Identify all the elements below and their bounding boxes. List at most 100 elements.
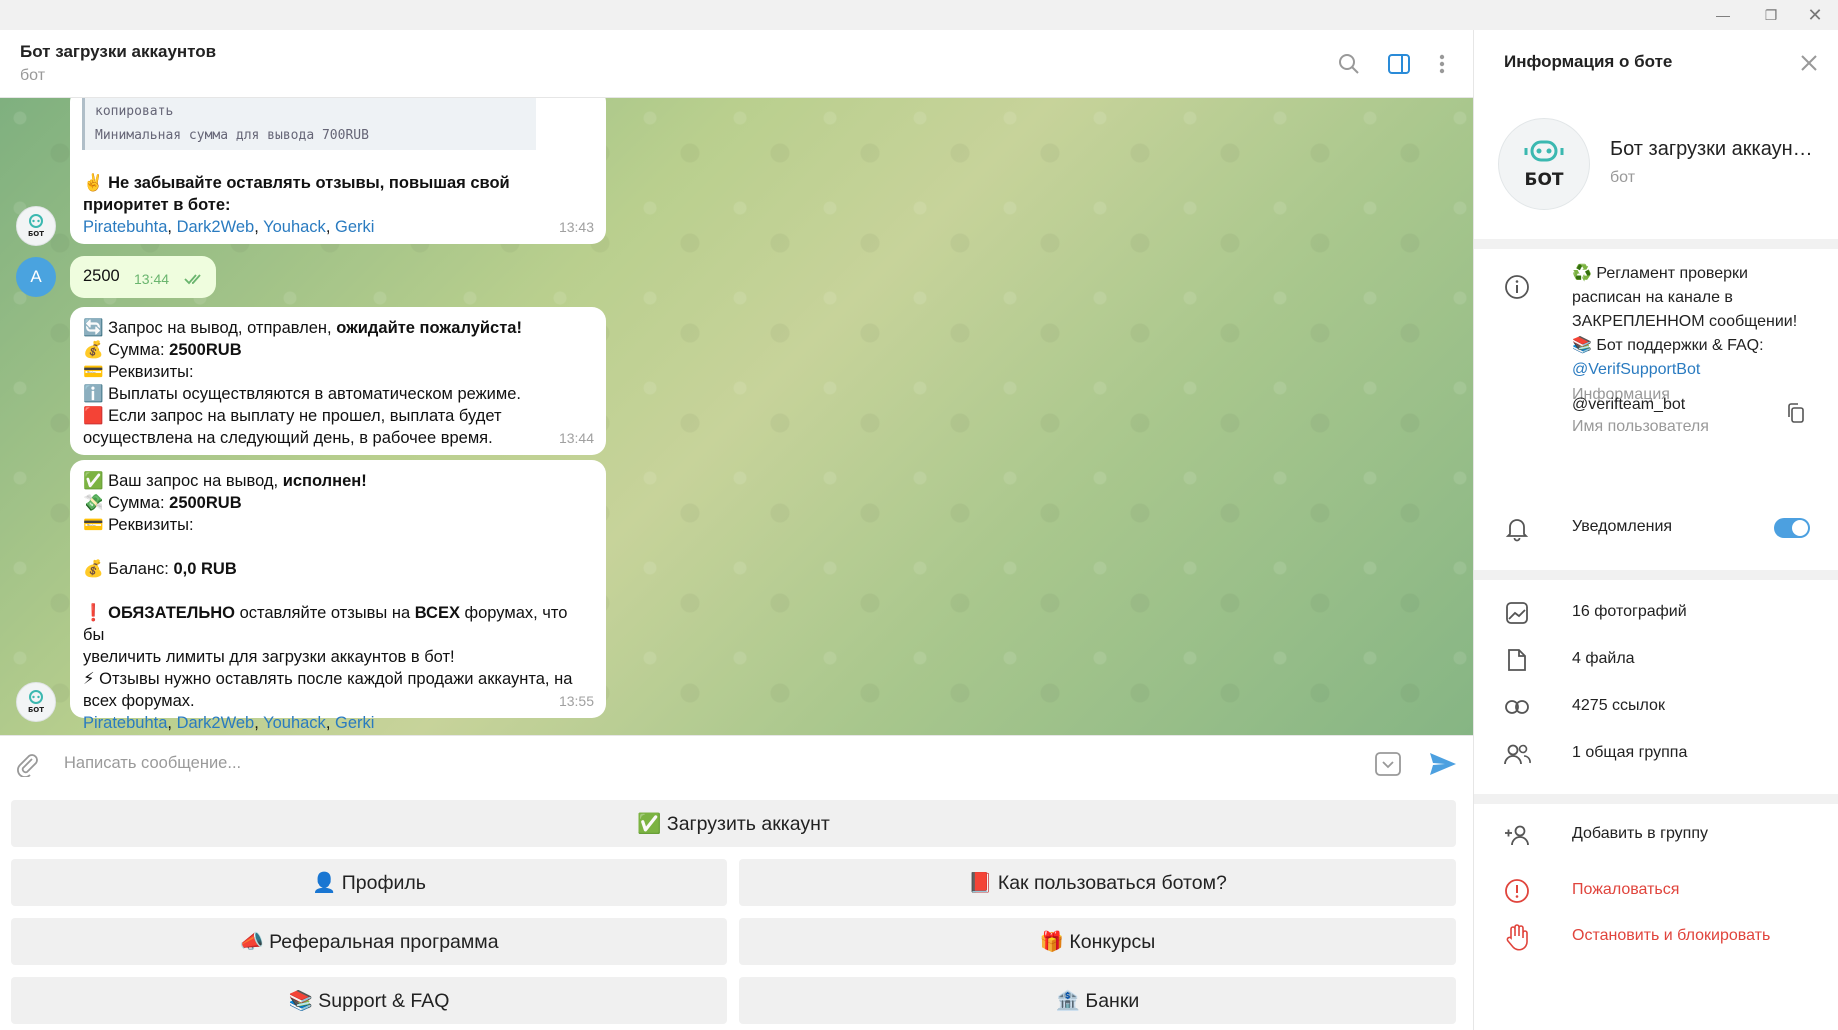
report-icon — [1502, 876, 1532, 906]
more-menu-icon[interactable] — [1428, 50, 1456, 78]
message-user[interactable]: 2500 13:44 — [70, 256, 216, 298]
message-time: 13:44 — [134, 271, 170, 287]
profile-button[interactable]: 👤 Профиль — [11, 859, 727, 906]
message-text: ✅ Ваш запрос на вывод, исполнен! — [83, 472, 367, 490]
howto-button[interactable]: 📕 Как пользоваться ботом? — [739, 859, 1456, 906]
message-input[interactable]: Написать сообщение... — [64, 754, 241, 773]
message-text: осуществлена на следующий день, в рабоче… — [83, 429, 493, 447]
message-text: ℹ️ Выплаты осуществляются в автоматическ… — [83, 385, 521, 403]
notifications-label: Уведомления — [1572, 518, 1673, 535]
stop-hand-icon — [1502, 922, 1532, 952]
links-item[interactable]: 4275 ссылок — [1572, 697, 1665, 715]
contests-button[interactable]: 🎁 Конкурсы — [739, 918, 1456, 965]
separator — [1474, 794, 1838, 804]
bot-name: Бот загрузки аккаунтов — [1610, 138, 1820, 160]
message-text: 🟥 Если запрос на выплату не прошел, выпл… — [83, 407, 502, 425]
sidebar-toggle-icon[interactable] — [1385, 50, 1413, 78]
link-icon — [1502, 692, 1532, 722]
separator — [1474, 570, 1838, 580]
bot-role: бот — [1610, 169, 1636, 186]
message-text: 💳 Реквизиты: — [83, 363, 194, 381]
files-item[interactable]: 4 файла — [1572, 650, 1635, 668]
copy-icon[interactable] — [1786, 402, 1806, 429]
link-youhack[interactable]: Youhack — [263, 218, 326, 236]
chat-subtitle: бот — [20, 67, 46, 84]
chat-messages-area[interactable]: копировать Минимальная сумма для вывода … — [0, 98, 1473, 735]
notifications-toggle[interactable] — [1774, 518, 1810, 538]
bell-icon — [1502, 514, 1532, 544]
code-line: копировать — [95, 104, 174, 119]
message-bot[interactable]: копировать Минимальная сумма для вывода … — [70, 98, 606, 244]
link-dark2web[interactable]: Dark2Web — [177, 714, 255, 732]
link-gerki[interactable]: Gerki — [335, 218, 374, 236]
link-dark2web[interactable]: Dark2Web — [177, 218, 255, 236]
code-line: Минимальная сумма для вывода 700RUB — [95, 128, 369, 143]
message-text: 💰 Баланс: 0,0 RUB — [83, 560, 237, 578]
banks-button[interactable]: 🏦 Банки — [739, 977, 1456, 1024]
chat-header: Бот загрузки аккаунтов бот — [0, 30, 1473, 98]
add-to-group-button[interactable]: Добавить в группу — [1572, 825, 1708, 843]
message-time: 13:55 — [558, 693, 594, 709]
group-icon — [1502, 739, 1532, 769]
photos-icon — [1502, 598, 1532, 628]
info-icon — [1502, 272, 1532, 302]
user-avatar[interactable]: A — [16, 257, 56, 297]
chat-title[interactable]: Бот загрузки аккаунтов — [20, 42, 216, 62]
message-text: всех форумах. — [83, 692, 195, 710]
message-bot[interactable]: 🔄 Запрос на вывод, отправлен, ожидайте п… — [70, 307, 606, 455]
message-bot[interactable]: ✅ Ваш запрос на вывод, исполнен! 💸 Сумма… — [70, 460, 606, 732]
close-icon[interactable] — [1796, 50, 1822, 76]
message-links: Piratebuhta, Dark2Web, Youhack, Gerki — [83, 218, 375, 236]
message-text: 💸 Сумма: 2500RUB — [83, 494, 242, 512]
report-button[interactable]: Пожаловаться — [1572, 881, 1679, 899]
support-faq-button[interactable]: 📚 Support & FAQ — [11, 977, 727, 1024]
link-gerki[interactable]: Gerki — [335, 714, 374, 732]
support-bot-link[interactable]: @VerifSupportBot — [1572, 358, 1822, 382]
message-input-row: Написать сообщение... — [0, 735, 1473, 791]
close-window-button[interactable]: ✕ — [1792, 0, 1838, 30]
code-block[interactable]: копировать Минимальная сумма для вывода … — [82, 98, 536, 150]
referral-button[interactable]: 📣 Реферальная программа — [11, 918, 727, 965]
link-piratebuhta[interactable]: Piratebuhta — [83, 218, 167, 236]
message-text: ✌️ Не забывайте оставлять отзывы, повыша… — [83, 174, 510, 192]
bot-avatar[interactable]: БОТ — [16, 206, 56, 246]
link-youhack[interactable]: Youhack — [263, 714, 326, 732]
message-links: Piratebuhta, Dark2Web, Youhack, Gerki — [83, 714, 375, 732]
send-icon[interactable] — [1428, 751, 1458, 782]
panel-title: Информация о боте — [1504, 52, 1673, 71]
upload-account-button[interactable]: ✅ Загрузить аккаунт — [11, 800, 1456, 847]
message-text: 💰 Сумма: 2500RUB — [83, 341, 242, 359]
message-time: 13:44 — [558, 430, 594, 446]
svg-text:БОТ: БОТ — [28, 230, 44, 238]
bot-avatar[interactable]: БОТ — [16, 682, 56, 722]
bot-profile-avatar[interactable]: БОТ — [1498, 118, 1590, 210]
message-text: 💳 Реквизиты: — [83, 516, 194, 534]
svg-text:БОТ: БОТ — [28, 706, 44, 714]
window-titlebar: — ❐ ✕ — [0, 0, 1838, 30]
double-check-icon — [184, 274, 201, 285]
username-label: Имя пользователя — [1572, 418, 1709, 435]
bot-keyboard-icon[interactable] — [1374, 751, 1402, 782]
link-piratebuhta[interactable]: Piratebuhta — [83, 714, 167, 732]
minimize-button[interactable]: — — [1700, 0, 1746, 30]
separator — [1474, 239, 1838, 249]
maximize-button[interactable]: ❐ — [1748, 0, 1794, 30]
username-link[interactable]: @verifteam_bot — [1572, 396, 1685, 414]
message-text: приоритет в боте: — [83, 196, 231, 214]
block-bot-button[interactable]: Остановить и блокировать — [1572, 927, 1770, 945]
message-text: 2500 — [83, 267, 120, 285]
add-user-icon — [1502, 820, 1532, 850]
photos-item[interactable]: 16 фотографий — [1572, 603, 1687, 621]
message-text: ❗ ОБЯЗАТЕЛЬНО оставляйте отзывы на ВСЕХ … — [83, 604, 568, 644]
bot-keyboard: ✅ Загрузить аккаунт 👤 Профиль 📕 Как поль… — [0, 791, 1473, 1030]
file-icon — [1502, 645, 1532, 675]
message-text: 🔄 Запрос на вывод, отправлен, ожидайте п… — [83, 319, 522, 337]
attach-icon[interactable] — [14, 751, 40, 782]
bot-info-panel: Информация о боте БОТ Бот загрузки аккау… — [1473, 30, 1838, 1030]
message-time: 13:43 — [558, 219, 594, 235]
bot-description[interactable]: ♻️ Регламент проверки расписан на канале… — [1572, 262, 1822, 407]
groups-item[interactable]: 1 общая группа — [1572, 744, 1687, 762]
message-text: увеличить лимиты для загрузки аккаунтов … — [83, 648, 455, 666]
avatar-text: БОТ — [1524, 170, 1564, 190]
search-icon[interactable] — [1335, 50, 1363, 78]
